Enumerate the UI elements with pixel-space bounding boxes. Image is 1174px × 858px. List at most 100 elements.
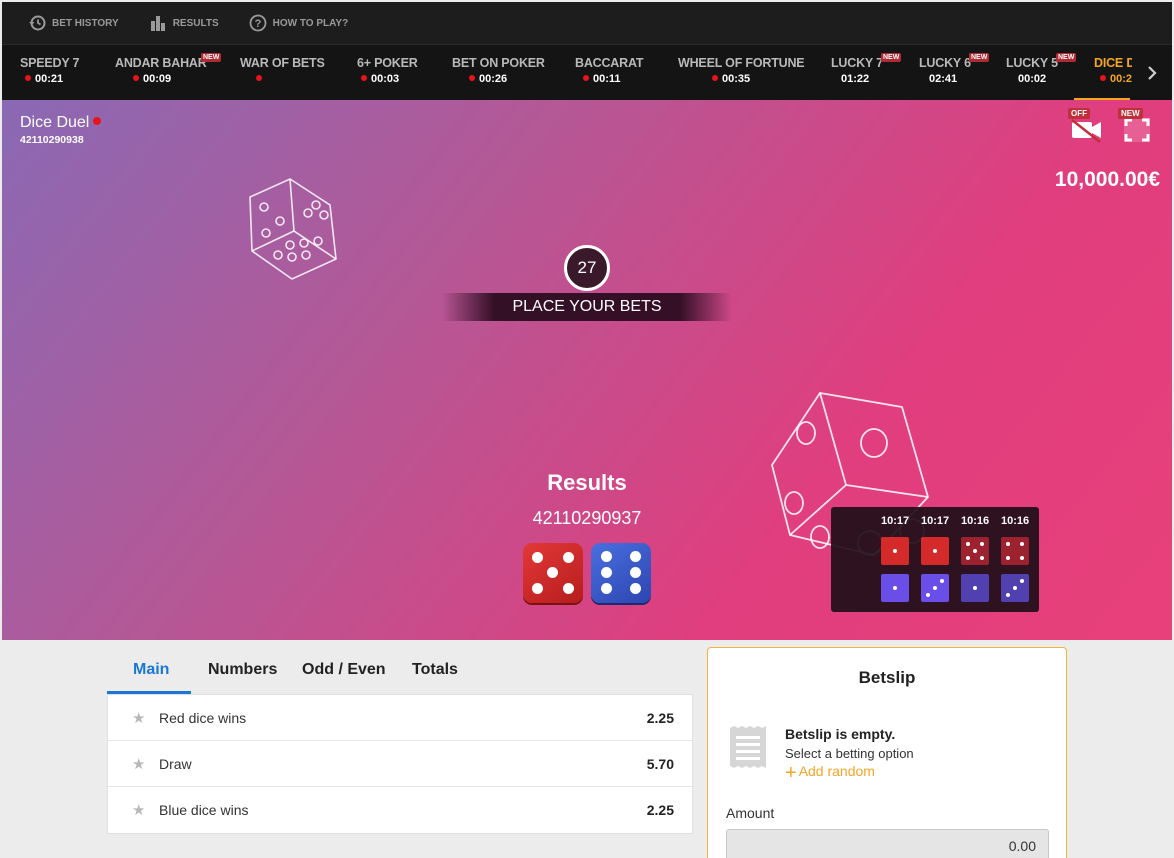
how-to-play-label: HOW TO PLAY? — [272, 17, 349, 29]
game-name: 6+ POKER — [357, 56, 418, 70]
odds-list: ★ Red dice wins 2.25 ★ Draw 5.70 ★ Blue … — [107, 694, 693, 834]
game-timer: 00:21 — [25, 73, 63, 85]
odd-value: 2.25 — [646, 802, 674, 818]
live-dot — [256, 75, 262, 81]
star-icon[interactable]: ★ — [132, 755, 145, 773]
bet-history-button[interactable]: BET HISTORY — [28, 14, 119, 32]
game-tab-lucky-7[interactable]: LUCKY 7 NEW 01:22 — [831, 45, 906, 101]
star-icon[interactable]: ★ — [132, 709, 145, 727]
results-round-id: 42110290937 — [532, 508, 642, 528]
video-toggle-button[interactable]: OFF — [1068, 108, 1104, 144]
die-pip — [630, 567, 641, 578]
countdown-timer: 27 — [564, 245, 610, 291]
game-timer: 01:22 — [841, 73, 870, 85]
game-tab-baccarat[interactable]: BACCARAT 00:11 — [575, 45, 645, 101]
game-tab-war-of-bets[interactable]: WAR OF BETS — [240, 45, 325, 101]
how-to-play-button[interactable]: ? HOW TO PLAY? — [249, 14, 349, 32]
game-tab-speedy-7[interactable]: SPEEDY 7 00:21 — [20, 45, 80, 101]
game-stage: Dice Duel 42110290938 OFF NEW 10,000.00€… — [2, 100, 1172, 640]
games-strip: SPEEDY 7 00:21 ANDAR BAHAR NEW 00:09 WAR… — [2, 44, 1172, 101]
history-blue-die — [881, 574, 909, 602]
live-dot — [1100, 75, 1106, 81]
history-icon — [29, 15, 46, 31]
game-name: BACCARAT — [575, 56, 644, 70]
svg-text:?: ? — [254, 18, 261, 30]
tab-main[interactable]: Main — [133, 651, 169, 694]
top-toolbar: BET HISTORY RESULTS ? HOW TO PLAY? — [2, 2, 1172, 44]
game-timer: 00:2 — [1100, 73, 1132, 85]
history-time: 10:17 — [881, 515, 910, 527]
live-dot — [25, 75, 31, 81]
new-badge: NEW — [201, 53, 222, 62]
history-red-die — [881, 537, 909, 565]
odd-row-draw[interactable]: ★ Draw 5.70 — [108, 741, 692, 787]
odd-row-red-dice-wins[interactable]: ★ Red dice wins 2.25 — [108, 695, 692, 741]
amount-input[interactable] — [726, 829, 1049, 858]
results-title: Results — [547, 470, 627, 495]
chevron-right-icon — [1148, 66, 1157, 80]
game-tab-andar-bahar[interactable]: ANDAR BAHAR NEW 00:09 — [115, 45, 225, 101]
results-label: RESULTS — [172, 17, 219, 29]
results-history-panel: 10:17 10:17 10:16 10:16 — [831, 507, 1039, 612]
plus-icon: + — [785, 762, 797, 784]
amount-label: Amount — [726, 805, 775, 821]
history-red-die — [1001, 537, 1029, 565]
game-timer: 00:35 — [712, 73, 750, 85]
history-red-die — [961, 537, 989, 565]
live-dot — [712, 75, 718, 81]
game-timer: 00:03 — [361, 73, 399, 85]
game-timer: 02:41 — [929, 73, 958, 85]
game-tab-lucky-6[interactable]: LUCKY 6 NEW 02:41 — [919, 45, 994, 101]
bar-chart-icon — [150, 16, 165, 31]
die-pip — [547, 567, 558, 578]
game-tab-wheel-of-fortune[interactable]: WHEEL OF FORTUNE 00:35 — [678, 45, 805, 101]
game-name: LUCKY 5 — [1006, 56, 1058, 70]
history-blue-die — [961, 574, 989, 602]
game-tab-lucky-5[interactable]: LUCKY 5 NEW 00:02 — [1006, 45, 1081, 101]
live-dot — [361, 75, 367, 81]
betslip-title: Betslip — [858, 668, 916, 687]
game-name: DICE D — [1094, 56, 1136, 70]
tab-numbers[interactable]: Numbers — [208, 651, 277, 694]
history-blue-die — [921, 574, 949, 602]
game-round-id: 42110290938 — [20, 134, 84, 146]
live-dot — [469, 75, 475, 81]
game-tab-bet-on-poker[interactable]: BET ON POKER 00:26 — [452, 45, 545, 101]
game-name: BET ON POKER — [452, 56, 545, 70]
live-dot — [583, 75, 589, 81]
game-tab-6-poker[interactable]: 6+ POKER 00:03 — [357, 45, 418, 101]
game-name: ANDAR BAHAR — [115, 56, 207, 70]
fullscreen-button[interactable]: NEW — [1116, 108, 1156, 144]
new-badge: NEW — [969, 53, 990, 62]
odd-value: 2.25 — [646, 709, 674, 726]
game-timer: 00:26 — [469, 73, 507, 85]
game-timer: 00:09 — [133, 73, 171, 85]
odd-label: Blue dice wins — [159, 802, 249, 818]
games-next-button[interactable] — [1132, 45, 1172, 101]
tab-totals[interactable]: Totals — [412, 651, 458, 694]
history-time: 10:16 — [1001, 515, 1030, 527]
results-button[interactable]: RESULTS — [149, 14, 219, 32]
die-pip — [630, 583, 641, 594]
betslip-panel: Betslip Betslip is empty. Select a betti… — [707, 647, 1067, 858]
odd-label: Draw — [159, 755, 192, 772]
blue-die-result — [591, 543, 651, 603]
die-pip — [601, 583, 612, 594]
video-off-badge: OFF — [1068, 108, 1090, 119]
help-icon: ? — [249, 14, 267, 32]
live-dot — [133, 75, 139, 81]
game-name: WHEEL OF FORTUNE — [678, 56, 805, 70]
history-blue-die — [1001, 574, 1029, 602]
history-red-die — [921, 537, 949, 565]
odd-row-blue-dice-wins[interactable]: ★ Blue dice wins 2.25 — [108, 787, 692, 833]
new-badge: NEW — [881, 53, 902, 62]
die-pip — [532, 552, 543, 563]
star-icon[interactable]: ★ — [132, 801, 145, 819]
betslip-hint: Select a betting option — [785, 746, 914, 761]
odd-label: Red dice wins — [159, 709, 247, 726]
add-random-button[interactable]: + Add random — [785, 762, 875, 785]
game-tab-dice-duel[interactable]: DICE D 00:2 — [1074, 45, 1135, 101]
live-dot — [93, 117, 102, 125]
new-badge: NEW — [1118, 108, 1143, 119]
tab-odd-even[interactable]: Odd / Even — [302, 651, 386, 694]
